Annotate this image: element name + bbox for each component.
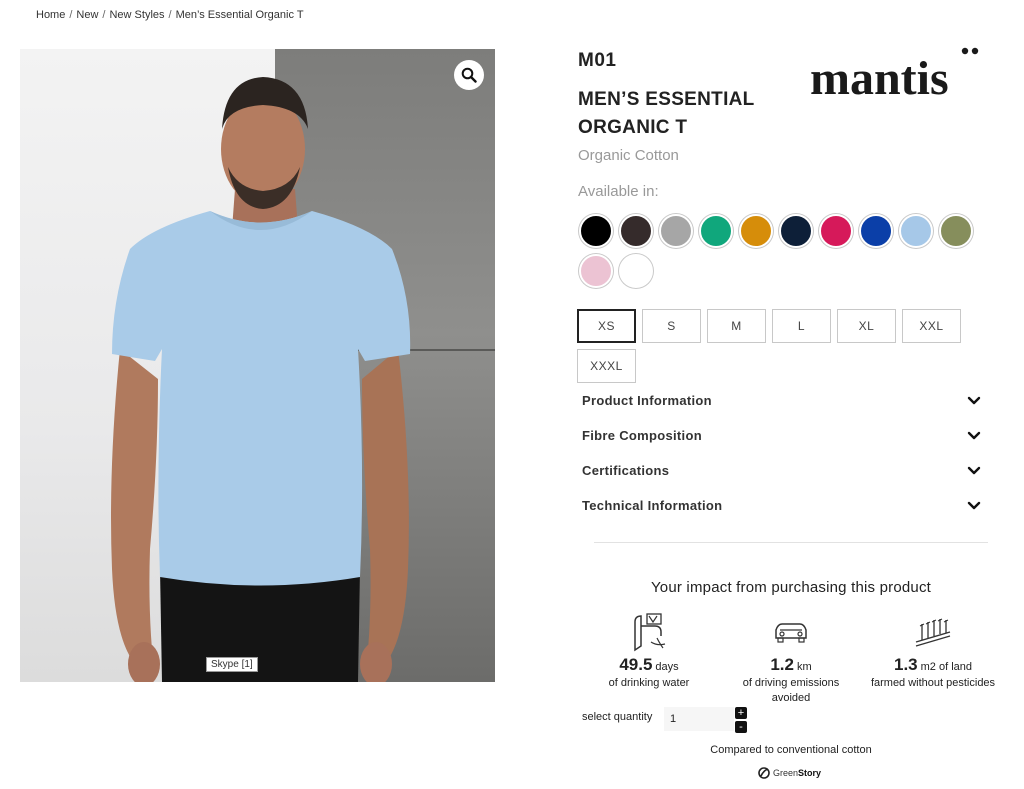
color-swatch[interactable] <box>779 214 813 248</box>
accordion-fibre-composition[interactable]: Fibre Composition <box>582 423 992 447</box>
breadcrumb-separator: / <box>69 9 73 21</box>
accordion-label: Technical Information <box>582 497 723 513</box>
greenstory-badge[interactable]: Green Story <box>758 767 821 779</box>
accordion-label: Fibre Composition <box>582 427 702 443</box>
section-divider <box>594 542 988 543</box>
available-label: Available in: <box>578 183 659 200</box>
impact-value: 49.5 <box>619 655 653 674</box>
impact-driving: 1.2 km of driving emissions avoided <box>733 612 849 705</box>
quantity-decrement-button[interactable]: - <box>735 721 747 733</box>
color-swatch[interactable] <box>659 214 693 248</box>
quantity-label: select quantity <box>582 711 653 723</box>
breadcrumb-separator: / <box>168 9 172 21</box>
impact-description: of driving emissions <box>742 677 840 689</box>
product-image[interactable]: Skype [1] <box>20 49 495 682</box>
greenstory-text-bold: Story <box>798 768 822 778</box>
color-swatch[interactable] <box>699 214 733 248</box>
breadcrumb-new-styles[interactable]: New Styles <box>109 9 164 21</box>
impact-unit: days <box>655 661 679 673</box>
product-title: MEN’S ESSENTIAL ORGANIC T <box>578 86 798 142</box>
breadcrumb: Home / New / New Styles / Men’s Essential Orga… <box>36 9 304 21</box>
quantity-increment-button[interactable]: + <box>735 707 747 719</box>
impact-value: 1.2 <box>770 655 794 674</box>
chevron-down-icon <box>967 396 981 405</box>
product-material: Organic Cotton <box>578 147 679 164</box>
color-swatch[interactable] <box>939 214 973 248</box>
impact-value: 1.3 <box>893 655 918 674</box>
product-sku: M01 <box>578 50 617 71</box>
color-swatch[interactable] <box>579 214 613 248</box>
brand-logo: mantis <box>810 47 979 104</box>
impact-unit: m2 of land <box>920 661 972 673</box>
greenstory-text-light: Green <box>773 768 799 778</box>
impact-description: avoided <box>771 692 811 704</box>
comparison-note: Compared to conventional cotton <box>710 744 872 756</box>
model-figure <box>111 77 411 682</box>
size-option-xl[interactable]: XL <box>837 309 896 343</box>
impact-description: farmed without pesticides <box>870 677 996 689</box>
color-swatch[interactable] <box>619 254 653 288</box>
greenstory-logo-icon <box>758 767 770 779</box>
impact-description: of drinking water <box>608 677 690 689</box>
product-title-line1: MEN’S ESSENTIAL <box>578 89 755 110</box>
zoom-button[interactable] <box>454 60 484 90</box>
brand-logo-text: mantis <box>810 52 949 104</box>
size-option-m[interactable]: M <box>707 309 766 343</box>
chevron-down-icon <box>967 501 981 510</box>
product-title-line2: ORGANIC T <box>578 117 688 138</box>
impact-title: Your impact from purchasing this product <box>650 579 932 596</box>
breadcrumb-separator: / <box>102 9 106 21</box>
size-option-l[interactable]: L <box>772 309 831 343</box>
impact-water: 49.5 days of drinking water <box>596 612 702 690</box>
accordion-technical-information[interactable]: Technical Information <box>582 493 992 517</box>
color-swatch[interactable] <box>899 214 933 248</box>
size-option-s[interactable]: S <box>642 309 701 343</box>
skype-overlay-tag[interactable]: Skype [1] <box>206 657 258 672</box>
accordion-certifications[interactable]: Certifications <box>582 458 992 482</box>
water-tap-icon <box>634 613 666 652</box>
breadcrumb-home[interactable]: Home <box>36 9 65 21</box>
color-swatch[interactable] <box>859 214 893 248</box>
color-swatch[interactable] <box>739 214 773 248</box>
search-icon <box>461 67 477 83</box>
quantity-input[interactable] <box>664 707 734 731</box>
car-icon <box>775 623 807 643</box>
field-icon <box>915 618 951 647</box>
accordion-product-information[interactable]: Product Information <box>582 388 992 412</box>
quantity-stepper: + - <box>735 707 747 735</box>
accordion-label: Product Information <box>582 392 712 408</box>
size-option-xs[interactable]: XS <box>577 309 636 343</box>
impact-unit: km <box>796 661 812 673</box>
chevron-down-icon <box>967 431 981 440</box>
accordion-label: Certifications <box>582 462 670 478</box>
breadcrumb-current: Men’s Essential Organic T <box>175 9 304 21</box>
size-option-xxl[interactable]: XXL <box>902 309 961 343</box>
breadcrumb-new[interactable]: New <box>76 9 98 21</box>
color-swatch[interactable] <box>579 254 613 288</box>
color-swatch[interactable] <box>819 214 853 248</box>
color-swatch[interactable] <box>619 214 653 248</box>
chevron-down-icon <box>967 466 981 475</box>
impact-land: 1.3 m2 of land farmed without pesticides <box>862 612 1004 690</box>
size-option-xxxl[interactable]: XXXL <box>577 349 636 383</box>
